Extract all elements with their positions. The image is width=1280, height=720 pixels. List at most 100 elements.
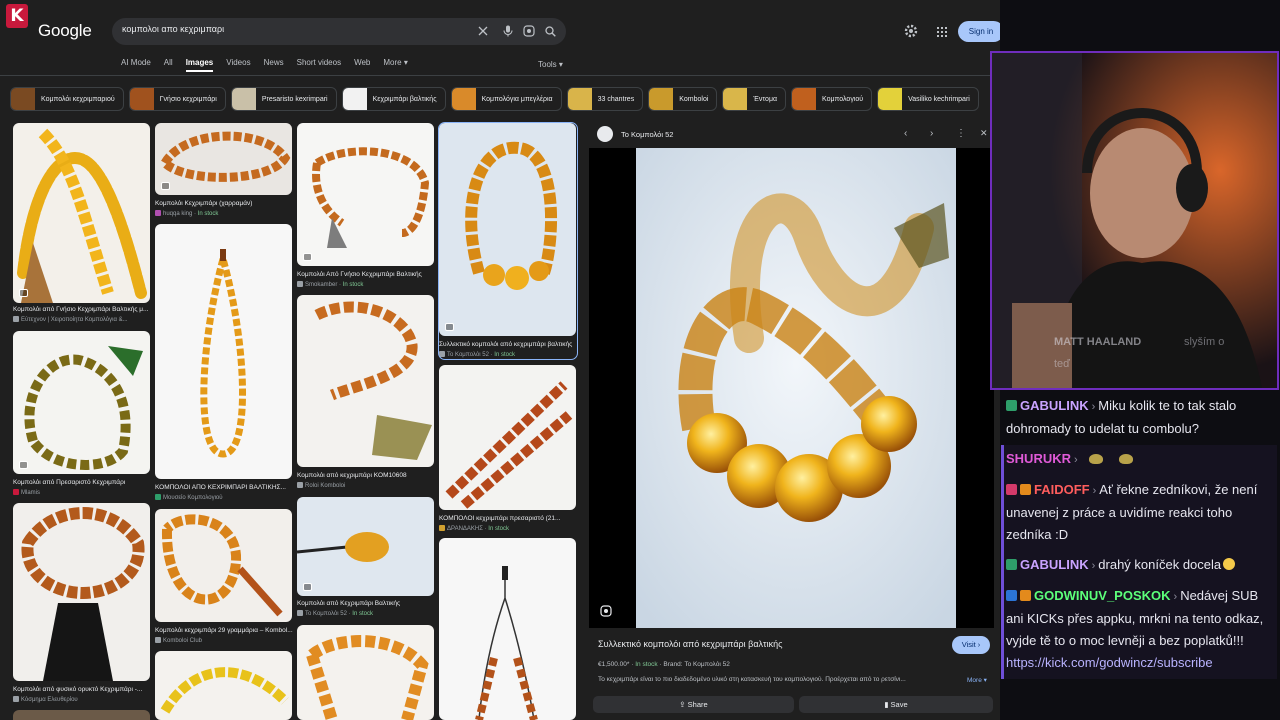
- result-image[interactable]: [13, 503, 150, 681]
- close-icon[interactable]: ✕: [980, 128, 988, 139]
- result-image[interactable]: [155, 224, 292, 479]
- chip-thumbnail: [231, 88, 256, 110]
- related-search-chip[interactable]: Κομπολόι κεχριμπαριού: [10, 87, 124, 111]
- related-search-chip[interactable]: 33 chantres: [566, 87, 644, 111]
- chat-username[interactable]: SHURUKR: [1006, 451, 1071, 466]
- search-input[interactable]: [122, 24, 462, 34]
- result-caption[interactable]: Κομπολόι από φυσικό ορυκτό Κεχριμπάρι -.…: [13, 686, 151, 693]
- result-image[interactable]: [439, 123, 576, 336]
- preview-image[interactable]: [589, 148, 994, 628]
- chat-username[interactable]: GABULINK: [1020, 398, 1089, 413]
- tab-news[interactable]: News: [264, 58, 284, 72]
- preview-site-name[interactable]: Το Κομπολόι 52: [621, 130, 673, 139]
- result-image[interactable]: [297, 497, 434, 596]
- related-search-chip[interactable]: Κομπολόγια μπεγλέρια: [450, 87, 562, 111]
- search-bar[interactable]: [112, 18, 566, 45]
- chip-label: Presaristo kexrimpari: [261, 95, 328, 103]
- result-caption[interactable]: Κομπολόι Κεχριμπάρι (χαρραμάν): [155, 200, 293, 207]
- clear-icon[interactable]: [476, 24, 490, 38]
- more-link[interactable]: More ▾: [967, 676, 987, 684]
- sign-in-button[interactable]: Sign in: [958, 21, 1000, 42]
- related-search-chip[interactable]: Κεχριμπάρι βαλτικής: [341, 87, 446, 111]
- chip-label: Κομπολόι κεχριμπαριού: [41, 95, 115, 103]
- chip-thumbnail: [649, 88, 674, 110]
- search-tabs: AI Mode All Images Videos News Short vid…: [121, 58, 421, 72]
- result-image[interactable]: [13, 710, 150, 720]
- result-image[interactable]: [439, 365, 576, 510]
- preview-image-stage: [589, 148, 994, 628]
- save-button[interactable]: ▮ Save: [799, 696, 993, 713]
- mic-icon[interactable]: [501, 24, 515, 38]
- chat-message: SHURUKR ›: [1001, 445, 1277, 476]
- chat-username[interactable]: FAIDOFF: [1034, 482, 1090, 497]
- tab-web[interactable]: Web: [354, 58, 370, 72]
- share-icon: ⇪: [679, 700, 688, 709]
- result-image[interactable]: [297, 123, 434, 266]
- chip-label: Έντομα: [753, 95, 778, 103]
- preview-title[interactable]: Συλλεκτικό κομπολόι από κεχριμπάρι βαλτι…: [598, 639, 782, 649]
- tier-badge-icon: [1020, 590, 1031, 601]
- result-caption[interactable]: Κομπολόι Από Γνήσιο Κεχριμπάρι Βαλτικής: [297, 271, 435, 278]
- result-image[interactable]: [297, 295, 434, 467]
- result-caption[interactable]: Κομπολόι από Γνήσιο Κεχριμπάρι Βαλτικής …: [13, 306, 151, 313]
- related-search-chip[interactable]: Κομπολογιού: [791, 87, 873, 111]
- chat-link[interactable]: https://kick.com/godwincz/subscribe: [1006, 655, 1213, 670]
- lens-search-icon[interactable]: [600, 604, 612, 622]
- site-favicon-icon: [597, 126, 613, 142]
- result-caption[interactable]: Κομπολόι από Κεχριμπάρι Βαλτικής: [297, 600, 435, 607]
- related-search-chip[interactable]: Vasiliko kechrimpari: [877, 87, 979, 111]
- result-caption[interactable]: ΚΟΜΠΟΛΟΙ κεχριμπάρι πρεσαριστό (21...: [439, 515, 577, 522]
- webcam-feed: MATT HAALAND slyším o teď: [990, 51, 1279, 390]
- apps-grid-icon[interactable]: [936, 26, 948, 38]
- result-caption[interactable]: Κομπολόι κεχριμπάρι 29 γραμμάρια – Kombo…: [155, 627, 293, 634]
- result-source: Roloi Komboloi: [297, 482, 435, 489]
- chat-username[interactable]: GODWINUV_POSKOK: [1034, 588, 1171, 603]
- result-image[interactable]: [155, 123, 292, 195]
- preview-source[interactable]: Το Κομπολόι 52: [597, 126, 673, 142]
- tab-all[interactable]: All: [164, 58, 173, 72]
- video-badge-icon: [19, 289, 28, 297]
- related-search-chip[interactable]: Έντομα: [722, 87, 787, 111]
- result-caption[interactable]: Κομπολόι από κεχριμπάρι KOM10608: [297, 472, 435, 479]
- related-search-chip[interactable]: Komboloi: [648, 87, 718, 111]
- result-image[interactable]: [13, 331, 150, 474]
- search-icon[interactable]: [543, 24, 557, 38]
- chip-thumbnail: [567, 88, 592, 110]
- result-caption[interactable]: ΚΟΜΠΟΛΟΙ ΑΠΟ ΚΕΧΡΙΜΠΑΡΙ ΒΑΛΤΙΚΗΣ...: [155, 484, 293, 491]
- result-caption[interactable]: Συλλεκτικό κομπολόι από κεχριμπάρι βαλτι…: [439, 341, 577, 348]
- tab-images[interactable]: Images: [185, 58, 214, 72]
- related-search-chip[interactable]: Presaristo kexrimpari: [230, 87, 337, 111]
- tools-button[interactable]: Tools ▾: [538, 60, 563, 69]
- more-options-icon[interactable]: ⋮: [956, 128, 966, 139]
- google-logo[interactable]: Google: [38, 21, 92, 41]
- tab-videos[interactable]: Videos: [226, 58, 250, 72]
- tabs-divider: [0, 75, 1000, 76]
- gear-icon[interactable]: [903, 23, 919, 39]
- result-image[interactable]: [297, 625, 434, 720]
- cam-chat-message-cont: teď: [1054, 358, 1070, 370]
- result-caption[interactable]: Κομπολόι από Πρεσαριστό Κεχριμπάρι: [13, 479, 151, 486]
- related-search-chip[interactable]: Γνήσιο κεχριμπάρι: [128, 87, 226, 111]
- stream-chat: GABULINK › Miku kolik te to tak stalo dohr…: [1001, 392, 1277, 679]
- preview-description: Το κεχριμπάρι είναι το πιο διαδεδομένο υ…: [598, 676, 906, 683]
- result-image[interactable]: [155, 509, 292, 622]
- share-button[interactable]: ⇪ Share: [593, 696, 794, 713]
- chat-username[interactable]: GABULINK: [1020, 557, 1089, 572]
- moderator-badge-icon: [1006, 590, 1017, 601]
- tab-more[interactable]: More ▾: [383, 58, 407, 72]
- lens-icon[interactable]: [522, 24, 536, 38]
- result-source: Το Κομπολόι 52 · In stock: [297, 610, 435, 617]
- result-source: Mlamis: [13, 489, 151, 496]
- tab-ai-mode[interactable]: AI Mode: [121, 58, 151, 72]
- next-arrow-icon[interactable]: ›: [930, 128, 933, 139]
- result-image[interactable]: [13, 123, 150, 303]
- chat-message: GABULINK › Miku kolik te to tak stalo dohr…: [1006, 398, 1237, 436]
- result-image[interactable]: [155, 651, 292, 720]
- tab-short-videos[interactable]: Short videos: [297, 58, 341, 72]
- kick-logo-badge: K: [6, 4, 28, 28]
- result-image[interactable]: [439, 538, 576, 720]
- smile-emoji-icon: [1223, 558, 1236, 570]
- prev-arrow-icon[interactable]: ‹: [904, 128, 907, 139]
- visit-button[interactable]: Visit ›: [952, 636, 990, 654]
- chip-label: 33 chantres: [597, 95, 635, 103]
